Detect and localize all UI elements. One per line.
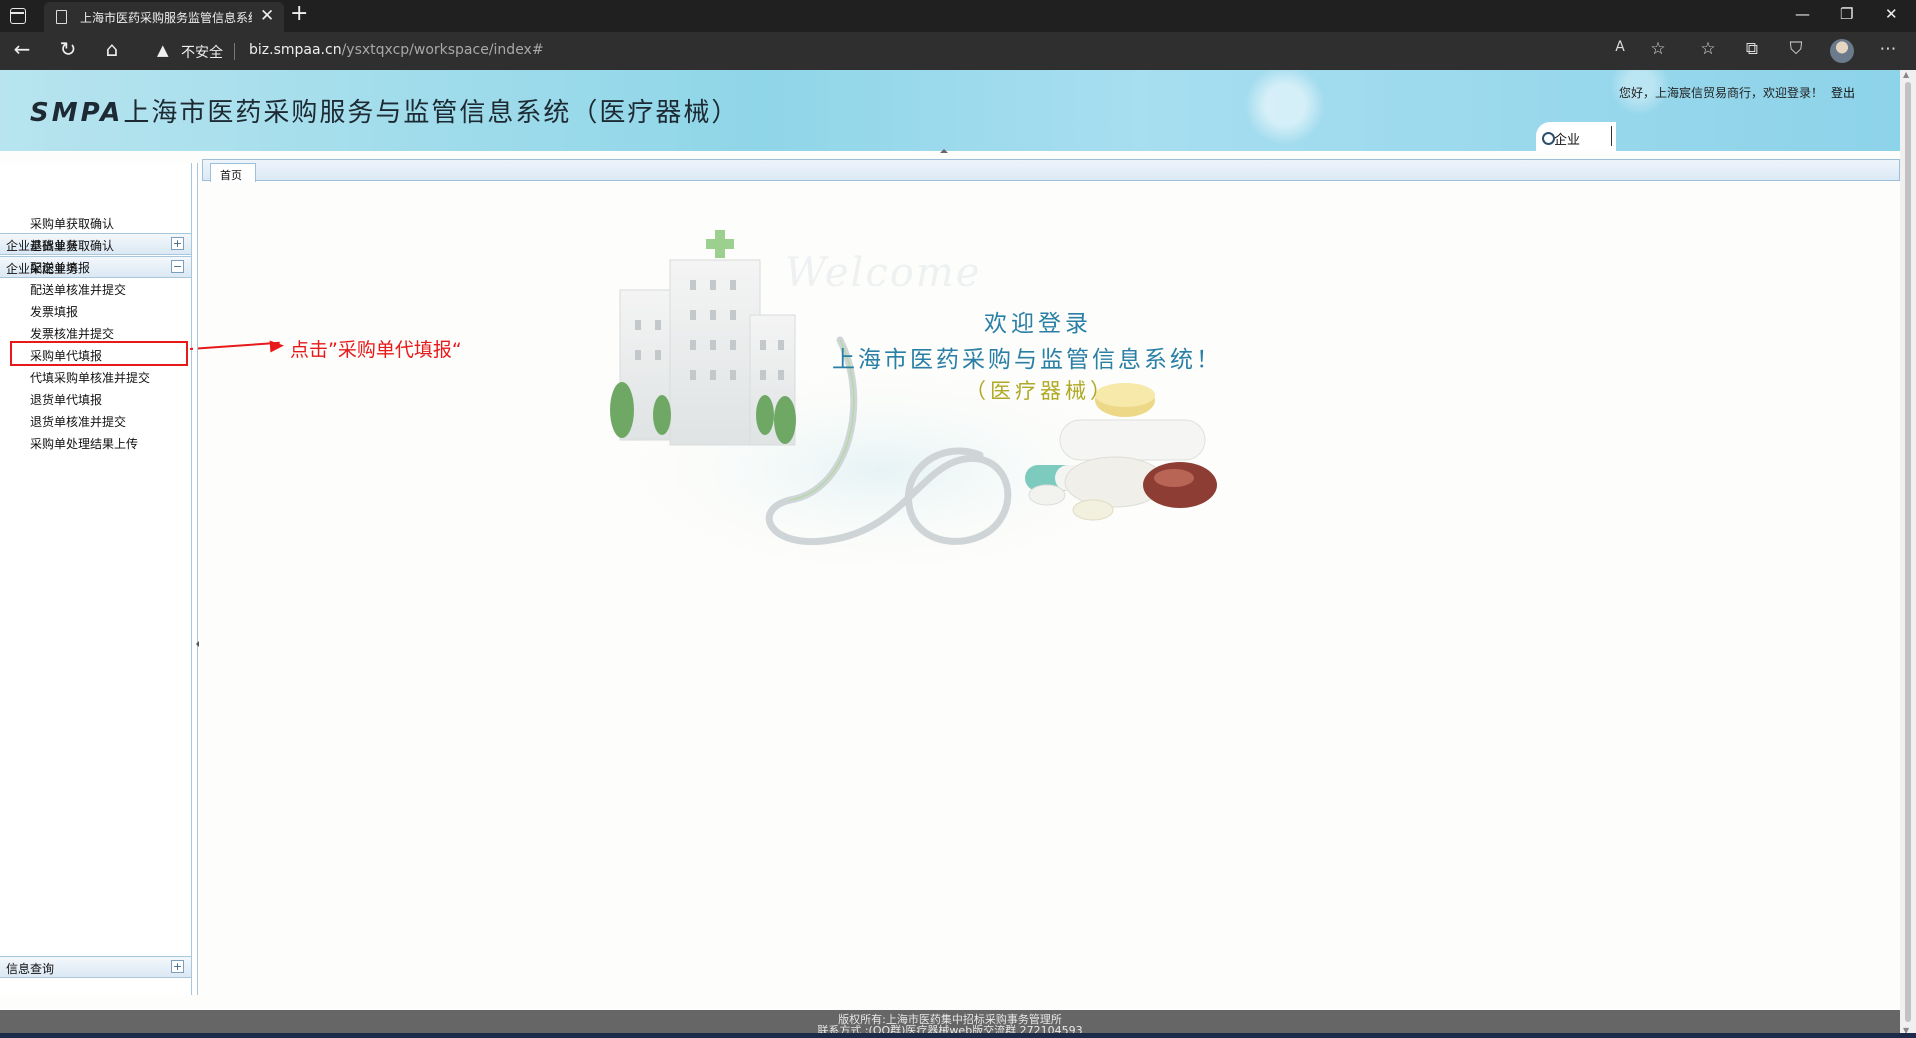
greeting-text: 您好，上海宸信贸易商行，欢迎登录！ bbox=[1618, 86, 1823, 100]
welcome-line1: 欢迎登录 bbox=[984, 311, 1092, 337]
system-logo: SMPA上海市医药采购服务与监管信息系统（医疗器械） bbox=[30, 92, 739, 129]
expand-icon[interactable]: + bbox=[171, 960, 184, 973]
browser-tab[interactable]: 上海市医药采购服务监管信息系统 ✕ bbox=[44, 2, 284, 32]
new-tab-icon[interactable]: + bbox=[290, 1, 308, 26]
close-window-icon[interactable]: ✕ bbox=[1885, 5, 1898, 23]
logo-smpa: SMPA bbox=[30, 98, 124, 128]
insecure-label[interactable]: 不安全 bbox=[181, 42, 223, 62]
accordion-purchase-business[interactable]: 企业采配业务 − bbox=[0, 256, 191, 278]
collapse-header-icon[interactable] bbox=[925, 147, 965, 153]
restore-icon[interactable]: ❐ bbox=[1840, 5, 1853, 23]
highlight-box bbox=[10, 341, 188, 366]
url-host: biz.smpaa.cn bbox=[249, 42, 342, 58]
scrollbar-thumb[interactable] bbox=[1905, 82, 1911, 1022]
menu-item-return-proxy-fill[interactable]: 退货单代填报 bbox=[30, 391, 102, 408]
accordion-info-query[interactable]: 信息查询 + bbox=[0, 956, 191, 978]
menu-item-delivery-fill[interactable]: 配送单填报 bbox=[30, 259, 90, 276]
home-icon[interactable]: ⌂ bbox=[98, 37, 126, 61]
menu-item-return-confirm[interactable]: 退货单获取确认 bbox=[30, 237, 114, 254]
window-menu-icon[interactable] bbox=[10, 8, 26, 24]
logo-title: 上海市医药采购服务与监管信息系统（医疗器械） bbox=[123, 98, 740, 128]
header-banner: SMPA上海市医药采购服务与监管信息系统（医疗器械） 您好，上海宸信贸易商行，欢… bbox=[0, 70, 1900, 153]
favorites-icon[interactable]: ☆ bbox=[1696, 39, 1720, 59]
read-aloud-icon[interactable]: A bbox=[1608, 39, 1632, 55]
minimize-icon[interactable]: — bbox=[1795, 5, 1810, 23]
scroll-up-icon[interactable]: ▲ bbox=[1903, 70, 1909, 79]
warning-icon[interactable]: ▲ bbox=[157, 41, 169, 59]
annotation-arrowhead bbox=[269, 339, 285, 353]
logout-link[interactable]: 登出 bbox=[1831, 86, 1855, 100]
browser-essentials-icon[interactable]: ⛉ bbox=[1784, 39, 1808, 59]
content-tabbar: 首页 bbox=[202, 159, 1900, 182]
user-greeting: 您好，上海宸信贸易商行，欢迎登录！ 登出 bbox=[1619, 84, 1855, 101]
welcome-line3: （医疗器械） bbox=[965, 379, 1115, 403]
annotation-text: 点击”采购单代填报“ bbox=[290, 339, 462, 361]
add-favorite-icon[interactable]: ☆ bbox=[1646, 39, 1670, 59]
menu-item-invoice-fill[interactable]: 发票填报 bbox=[30, 303, 78, 320]
menu-item-invoice-approve[interactable]: 发票核准并提交 bbox=[30, 325, 114, 342]
url-field[interactable]: biz.smpaa.cn/ysxtqxcp/workspace/index# bbox=[249, 42, 544, 58]
collections-icon[interactable]: ⧉ bbox=[1740, 39, 1764, 59]
expand-icon[interactable]: + bbox=[171, 237, 184, 250]
browser-tabstrip: 上海市医药采购服务监管信息系统 ✕ + — ❐ ✕ bbox=[0, 0, 1916, 32]
tab-home[interactable]: 首页 bbox=[210, 163, 256, 182]
more-options-icon[interactable]: ⋯ bbox=[1876, 39, 1900, 59]
menu-item-result-upload[interactable]: 采购单处理结果上传 bbox=[30, 435, 138, 452]
menu-item-proxy-approve[interactable]: 代填采购单核准并提交 bbox=[30, 369, 150, 386]
welcome-watermark: Welcome bbox=[785, 250, 982, 296]
close-tab-icon[interactable]: ✕ bbox=[260, 6, 274, 26]
profile-avatar[interactable] bbox=[1830, 39, 1854, 63]
menu-item-purchase-confirm[interactable]: 采购单获取确认 bbox=[30, 215, 114, 232]
web-page: SMPA上海市医药采购服务与监管信息系统（医疗器械） 您好，上海宸信贸易商行，欢… bbox=[0, 70, 1900, 1038]
menu-item-delivery-approve[interactable]: 配送单核准并提交 bbox=[30, 281, 126, 298]
url-path: /ysxtqxcp/workspace/index# bbox=[341, 42, 544, 58]
taskbar-edge bbox=[0, 1033, 1916, 1038]
page-icon bbox=[56, 10, 67, 24]
welcome-line2: 上海市医药采购与监管信息系统！ bbox=[832, 347, 1222, 373]
page-scrollbar[interactable]: ▲ ▼ bbox=[1900, 70, 1916, 1038]
address-divider bbox=[234, 43, 235, 60]
company-tab[interactable]: 企业 bbox=[1536, 122, 1616, 151]
tab-title: 上海市医药采购服务监管信息系统 bbox=[80, 11, 252, 25]
menu-item-return-approve[interactable]: 退货单核准并提交 bbox=[30, 413, 126, 430]
collapse-icon[interactable]: − bbox=[171, 260, 184, 273]
sidebar-collapse-handle[interactable] bbox=[193, 163, 199, 995]
refresh-icon[interactable]: ↻ bbox=[54, 37, 82, 61]
back-icon[interactable]: ← bbox=[8, 37, 36, 61]
accordion-label: 信息查询 bbox=[6, 962, 55, 976]
address-toolbar: ← ↻ ⌂ ▲ 不安全 biz.smpaa.cn/ysxtqxcp/worksp… bbox=[0, 32, 1916, 70]
annotation-arrow bbox=[189, 341, 280, 350]
